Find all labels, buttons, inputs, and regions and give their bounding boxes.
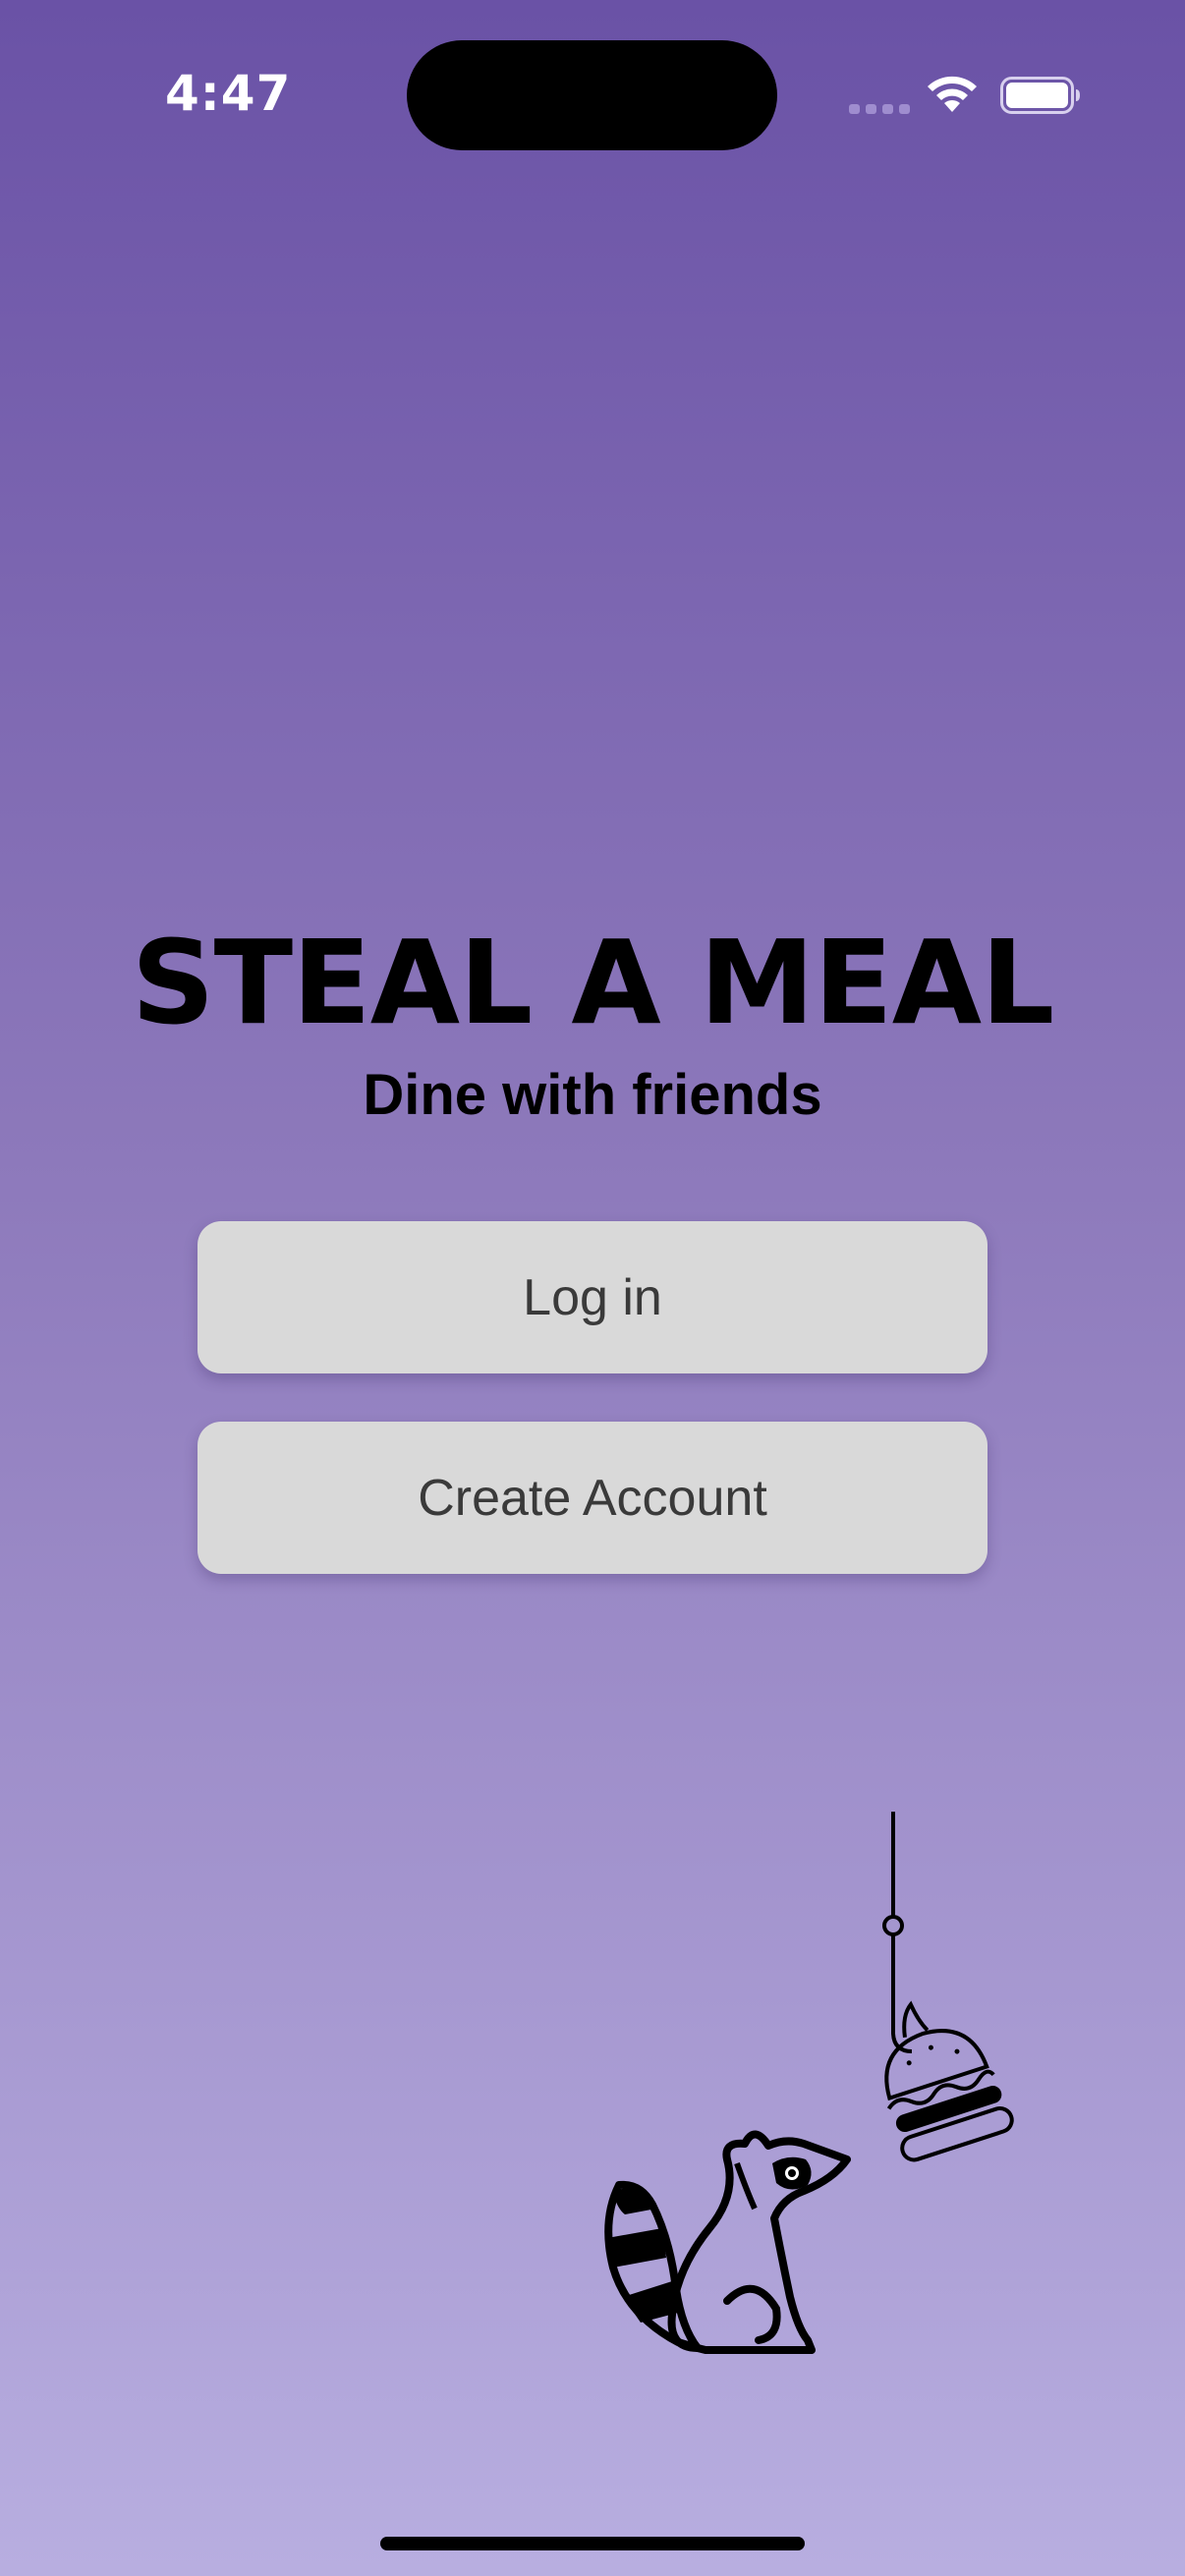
raccoon-burger-illustration xyxy=(604,1812,1014,2354)
login-button-label: Log in xyxy=(523,1268,662,1326)
app-title: STEAL A MEAL xyxy=(131,915,1055,1050)
battery-icon xyxy=(1000,77,1080,114)
create-account-button[interactable]: Create Account xyxy=(198,1422,988,1574)
create-account-button-label: Create Account xyxy=(418,1469,767,1527)
fishing-hook-icon xyxy=(882,1812,913,2053)
wifi-icon xyxy=(928,76,977,112)
home-indicator[interactable] xyxy=(380,2537,805,2550)
login-button[interactable]: Log in xyxy=(198,1221,988,1373)
dynamic-island xyxy=(407,40,777,150)
raccoon-icon xyxy=(604,2130,851,2354)
signal-icon xyxy=(849,104,910,114)
status-time: 4:47 xyxy=(165,65,292,122)
burger-icon xyxy=(884,2000,1014,2162)
status-bar: 4:47 xyxy=(0,0,1185,150)
app-subtitle: Dine with friends xyxy=(363,1063,822,1127)
